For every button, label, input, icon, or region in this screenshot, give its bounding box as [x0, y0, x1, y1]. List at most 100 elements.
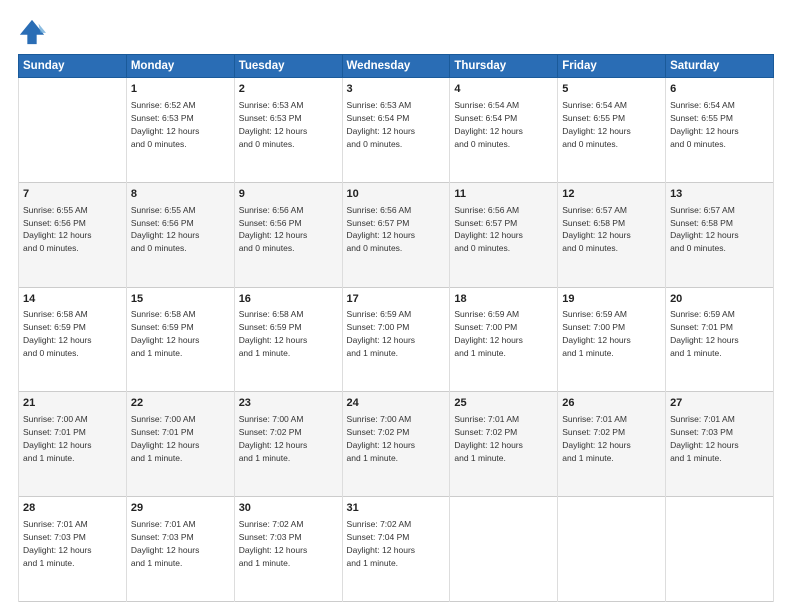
calendar-cell: 18 Sunrise: 6:59 AM Sunset: 7:00 PM Dayli…: [450, 287, 558, 392]
day-info: Sunrise: 6:58 AM Sunset: 6:59 PM Dayligh…: [131, 309, 200, 358]
day-number: 6: [670, 82, 769, 97]
week-row-3: 14 Sunrise: 6:58 AM Sunset: 6:59 PM Dayli…: [19, 287, 774, 392]
calendar-cell: [19, 78, 127, 183]
calendar-cell: 20 Sunrise: 6:59 AM Sunset: 7:01 PM Dayli…: [666, 287, 774, 392]
calendar-cell: 21Sunrise: 7:00 AM Sunset: 7:01 PM Dayli…: [19, 392, 127, 497]
day-info: Sunrise: 7:02 AM Sunset: 7:04 PM Dayligh…: [347, 519, 416, 568]
calendar-cell: 19 Sunrise: 6:59 AM Sunset: 7:00 PM Dayli…: [558, 287, 666, 392]
day-number: 5: [562, 82, 661, 97]
logo: [18, 18, 50, 46]
day-number: 20: [670, 292, 769, 307]
header: [18, 18, 774, 46]
calendar-cell: 10 Sunrise: 6:56 AM Sunset: 6:57 PM Dayli…: [342, 182, 450, 287]
day-number: 8: [131, 187, 230, 202]
day-info: Sunrise: 6:58 AM Sunset: 6:59 PM Dayligh…: [239, 309, 308, 358]
calendar-cell: 7 Sunrise: 6:55 AM Sunset: 6:56 PM Daylig…: [19, 182, 127, 287]
day-number: 10: [347, 187, 446, 202]
day-info: Sunrise: 7:01 AM Sunset: 7:02 PM Dayligh…: [454, 414, 523, 463]
calendar-cell: [450, 497, 558, 602]
day-number: 7: [23, 187, 122, 202]
day-number: 28: [23, 501, 122, 516]
calendar-cell: 5 Sunrise: 6:54 AM Sunset: 6:55 PM Daylig…: [558, 78, 666, 183]
calendar-cell: 9 Sunrise: 6:56 AM Sunset: 6:56 PM Daylig…: [234, 182, 342, 287]
calendar-cell: 12 Sunrise: 6:57 AM Sunset: 6:58 PM Dayli…: [558, 182, 666, 287]
weekday-header-tuesday: Tuesday: [234, 55, 342, 78]
weekday-header-sunday: Sunday: [19, 55, 127, 78]
day-number: 22: [131, 396, 230, 411]
day-number: 16: [239, 292, 338, 307]
week-row-4: 21 Sunrise: 7:00 AM Sunset: 7:01 PM Dayli…: [19, 392, 774, 497]
day-info: Sunrise: 6:53 AM Sunset: 6:54 PM Dayligh…: [347, 100, 416, 149]
weekday-header-saturday: Saturday: [666, 55, 774, 78]
calendar-header: SundayMondayTuesdayWednesdayThursdayFrid…: [19, 55, 774, 78]
week-row-5: 28 Sunrise: 7:01 AM Sunset: 7:03 PM Dayli…: [19, 497, 774, 602]
calendar-body: 1Sunrise: 6:52 AM Sunset: 6:53 PM Daylig…: [19, 78, 774, 602]
day-info: Sunrise: 6:55 AM Sunset: 6:56 PM Dayligh…: [23, 205, 92, 254]
calendar-cell: 29Sunrise: 7:01 AM Sunset: 7:03 PM Dayli…: [126, 497, 234, 602]
day-info: Sunrise: 7:01 AM Sunset: 7:03 PM Dayligh…: [670, 414, 739, 463]
day-number: 23: [239, 396, 338, 411]
day-info: Sunrise: 6:57 AM Sunset: 6:58 PM Dayligh…: [670, 205, 739, 254]
week-row-1: 1Sunrise: 6:52 AM Sunset: 6:53 PM Daylig…: [19, 78, 774, 183]
day-number: 15: [131, 292, 230, 307]
day-info: Sunrise: 6:59 AM Sunset: 7:00 PM Dayligh…: [562, 309, 631, 358]
day-number: 24: [347, 396, 446, 411]
calendar-cell: 28Sunrise: 7:01 AM Sunset: 7:03 PM Dayli…: [19, 497, 127, 602]
logo-icon: [18, 18, 46, 46]
calendar-cell: 22 Sunrise: 7:00 AM Sunset: 7:01 PM Dayli…: [126, 392, 234, 497]
day-number: 18: [454, 292, 553, 307]
calendar-cell: 1Sunrise: 6:52 AM Sunset: 6:53 PM Daylig…: [126, 78, 234, 183]
day-number: 9: [239, 187, 338, 202]
day-info: Sunrise: 7:00 AM Sunset: 7:01 PM Dayligh…: [131, 414, 200, 463]
calendar-cell: 16 Sunrise: 6:58 AM Sunset: 6:59 PM Dayli…: [234, 287, 342, 392]
day-info: Sunrise: 6:58 AM Sunset: 6:59 PM Dayligh…: [23, 309, 92, 358]
calendar-cell: 27Sunrise: 7:01 AM Sunset: 7:03 PM Dayli…: [666, 392, 774, 497]
day-number: 1: [131, 82, 230, 97]
day-info: Sunrise: 6:59 AM Sunset: 7:01 PM Dayligh…: [670, 309, 739, 358]
day-number: 14: [23, 292, 122, 307]
day-number: 25: [454, 396, 553, 411]
weekday-header-friday: Friday: [558, 55, 666, 78]
day-info: Sunrise: 6:59 AM Sunset: 7:00 PM Dayligh…: [347, 309, 416, 358]
day-number: 12: [562, 187, 661, 202]
weekday-header-thursday: Thursday: [450, 55, 558, 78]
calendar-cell: 15 Sunrise: 6:58 AM Sunset: 6:59 PM Dayli…: [126, 287, 234, 392]
weekday-header-wednesday: Wednesday: [342, 55, 450, 78]
day-info: Sunrise: 6:54 AM Sunset: 6:55 PM Dayligh…: [670, 100, 739, 149]
weekday-row: SundayMondayTuesdayWednesdayThursdayFrid…: [19, 55, 774, 78]
calendar-cell: 30Sunrise: 7:02 AM Sunset: 7:03 PM Dayli…: [234, 497, 342, 602]
day-info: Sunrise: 6:53 AM Sunset: 6:53 PM Dayligh…: [239, 100, 308, 149]
day-info: Sunrise: 7:01 AM Sunset: 7:02 PM Dayligh…: [562, 414, 631, 463]
calendar-cell: 11 Sunrise: 6:56 AM Sunset: 6:57 PM Dayli…: [450, 182, 558, 287]
day-info: Sunrise: 6:57 AM Sunset: 6:58 PM Dayligh…: [562, 205, 631, 254]
calendar-cell: 31Sunrise: 7:02 AM Sunset: 7:04 PM Dayli…: [342, 497, 450, 602]
calendar-cell: 23 Sunrise: 7:00 AM Sunset: 7:02 PM Dayli…: [234, 392, 342, 497]
day-number: 11: [454, 187, 553, 202]
day-number: 26: [562, 396, 661, 411]
calendar-cell: 2Sunrise: 6:53 AM Sunset: 6:53 PM Daylig…: [234, 78, 342, 183]
day-info: Sunrise: 6:59 AM Sunset: 7:00 PM Dayligh…: [454, 309, 523, 358]
calendar-cell: 17Sunrise: 6:59 AM Sunset: 7:00 PM Dayli…: [342, 287, 450, 392]
calendar-cell: 8 Sunrise: 6:55 AM Sunset: 6:56 PM Daylig…: [126, 182, 234, 287]
calendar-cell: 25 Sunrise: 7:01 AM Sunset: 7:02 PM Dayli…: [450, 392, 558, 497]
calendar-cell: [558, 497, 666, 602]
day-info: Sunrise: 6:54 AM Sunset: 6:55 PM Dayligh…: [562, 100, 631, 149]
day-info: Sunrise: 7:00 AM Sunset: 7:02 PM Dayligh…: [347, 414, 416, 463]
day-info: Sunrise: 6:56 AM Sunset: 6:56 PM Dayligh…: [239, 205, 308, 254]
calendar-cell: 3 Sunrise: 6:53 AM Sunset: 6:54 PM Daylig…: [342, 78, 450, 183]
calendar-cell: 13Sunrise: 6:57 AM Sunset: 6:58 PM Dayli…: [666, 182, 774, 287]
calendar-cell: 6 Sunrise: 6:54 AM Sunset: 6:55 PM Daylig…: [666, 78, 774, 183]
calendar-cell: 14 Sunrise: 6:58 AM Sunset: 6:59 PM Dayli…: [19, 287, 127, 392]
day-info: Sunrise: 7:01 AM Sunset: 7:03 PM Dayligh…: [131, 519, 200, 568]
day-info: Sunrise: 6:55 AM Sunset: 6:56 PM Dayligh…: [131, 205, 200, 254]
day-info: Sunrise: 6:56 AM Sunset: 6:57 PM Dayligh…: [454, 205, 523, 254]
day-number: 19: [562, 292, 661, 307]
day-number: 30: [239, 501, 338, 516]
day-number: 21: [23, 396, 122, 411]
calendar-cell: [666, 497, 774, 602]
calendar-cell: 4Sunrise: 6:54 AM Sunset: 6:54 PM Daylig…: [450, 78, 558, 183]
day-number: 3: [347, 82, 446, 97]
day-number: 4: [454, 82, 553, 97]
day-info: Sunrise: 6:56 AM Sunset: 6:57 PM Dayligh…: [347, 205, 416, 254]
day-info: Sunrise: 7:00 AM Sunset: 7:02 PM Dayligh…: [239, 414, 308, 463]
